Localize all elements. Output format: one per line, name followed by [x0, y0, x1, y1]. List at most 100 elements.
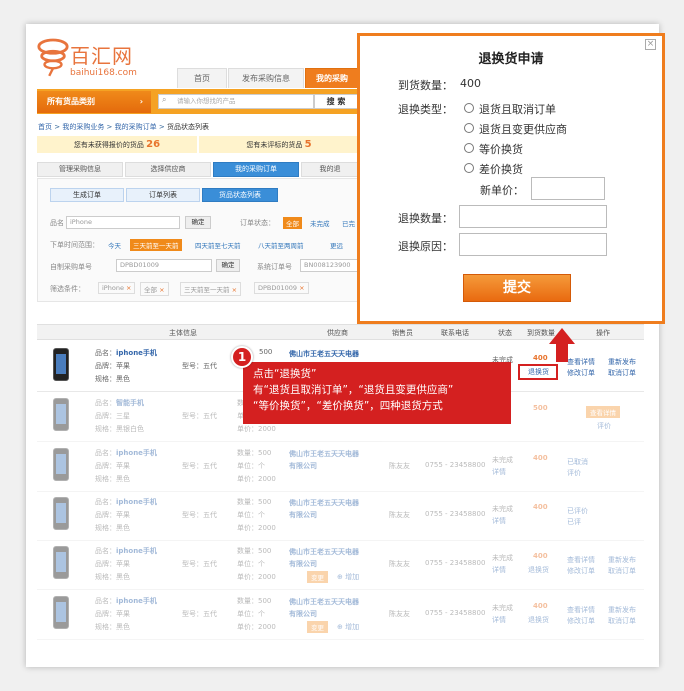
- return-exchange-dialog: 退换货申请 × 到货数量： 400 退换类型： 退货且取消订单 退货且变更供应商…: [357, 33, 665, 324]
- option-diff-exchange: 差价换货: [479, 163, 523, 176]
- filter-time-2weeks[interactable]: 八天前至两周前: [258, 240, 304, 250]
- breadcrumb-current: 货品状态列表: [166, 123, 209, 131]
- arrived-quantity: 400: [533, 503, 548, 511]
- add-link[interactable]: ⊕ 增加: [337, 572, 359, 582]
- nav-tab-home[interactable]: 首页: [177, 68, 227, 88]
- filter-chip-iphone[interactable]: iPhone ×: [98, 282, 136, 294]
- filter-status-all[interactable]: 全部: [283, 217, 302, 229]
- submit-button[interactable]: 提交: [463, 274, 571, 302]
- breadcrumb-orders[interactable]: 我的采购订单: [115, 123, 157, 131]
- qty-input[interactable]: [459, 205, 607, 228]
- close-icon[interactable]: ×: [645, 39, 656, 50]
- nav-tab-my-purchase[interactable]: 我的采购: [305, 68, 359, 88]
- logo-icon: [37, 38, 69, 77]
- supplier-name[interactable]: 佛山市王老五天天电器有限公司: [289, 497, 359, 521]
- breadcrumb-business[interactable]: 我的采购业务: [62, 123, 104, 131]
- product-thumbnail[interactable]: [53, 497, 69, 530]
- filter-self-no-confirm[interactable]: 确定: [216, 259, 240, 272]
- filter-time-7days[interactable]: 四天前至七天前: [195, 240, 241, 250]
- filter-status-finished[interactable]: 已完: [342, 218, 355, 228]
- tab-choose-supplier[interactable]: 选择供应商: [125, 162, 211, 177]
- dialog-title: 退换货申请: [478, 52, 544, 67]
- row-actions-secondary[interactable]: 重新发布 取消订单: [608, 605, 636, 627]
- filter-time-older[interactable]: 更远: [330, 240, 343, 250]
- order-status[interactable]: 未完成详情: [492, 552, 513, 576]
- supplier-name[interactable]: 佛山市王老五天天电器有限公司: [289, 546, 359, 570]
- filter-time-today[interactable]: 今天: [108, 240, 121, 250]
- notice-no-quote[interactable]: 您有未获得报价的货品 26: [37, 136, 197, 153]
- supplier-name[interactable]: 佛山市王老五天天电器有限公司: [289, 596, 359, 620]
- product-spec: 规格：黑色: [95, 573, 130, 581]
- filter-status-unfinished[interactable]: 未完成: [310, 218, 330, 228]
- return-exchange-link[interactable]: 退换货: [528, 615, 549, 625]
- filter-sys-no-input[interactable]: BN008123900: [300, 259, 358, 272]
- reason-input[interactable]: [459, 233, 607, 256]
- product-brand: 品牌：苹果: [95, 610, 130, 618]
- order-status[interactable]: 未完成详情: [492, 454, 513, 478]
- filter-chip-time[interactable]: 三天前至一天前 ×: [180, 282, 242, 296]
- return-exchange-link[interactable]: 退换货: [528, 565, 549, 575]
- search-button[interactable]: 搜 索: [314, 94, 358, 109]
- new-price-input[interactable]: [531, 177, 605, 200]
- row-actions-secondary[interactable]: 重新发布 取消订单: [608, 555, 636, 577]
- order-status[interactable]: 未完成详情: [492, 602, 513, 626]
- product-model: 型号：五代: [182, 560, 217, 568]
- subtab-create-order[interactable]: 生成订单: [50, 188, 124, 202]
- logo-text: 百汇网: [70, 44, 133, 68]
- radio-diff-exchange[interactable]: [464, 163, 474, 173]
- notice-no-bid[interactable]: 您有未评标的货品 5: [199, 136, 359, 153]
- radio-equal-exchange[interactable]: [464, 143, 474, 153]
- product-price: 单价：2000: [237, 623, 276, 631]
- seller-phone: 0755 - 23458800: [425, 559, 486, 567]
- product-thumbnail[interactable]: [53, 348, 69, 381]
- order-status[interactable]: 未完成详情: [492, 503, 513, 527]
- nav-tab-publish[interactable]: 发布采购信息: [228, 68, 304, 88]
- header-seller: 销售员: [392, 329, 413, 337]
- row-actions[interactable]: 已取消 评价: [567, 457, 588, 479]
- product-thumbnail[interactable]: [53, 448, 69, 481]
- product-brand: 品牌：苹果: [95, 462, 130, 470]
- radio-return-change-supplier[interactable]: [464, 123, 474, 133]
- product-spec: 规格：黑色: [95, 524, 130, 532]
- product-model: 型号：五代: [182, 462, 217, 470]
- filter-chip-all[interactable]: 全部 ×: [140, 282, 169, 296]
- product-price: 单价：2000: [237, 475, 276, 483]
- subtab-order-list[interactable]: 订单列表: [126, 188, 200, 202]
- filter-time-3days[interactable]: 三天前至一天前: [130, 239, 182, 251]
- filter-chip-number[interactable]: DPBD01009 ×: [254, 282, 309, 294]
- row-actions[interactable]: 查看详情 修改订单: [567, 357, 595, 379]
- filter-self-no-input[interactable]: DPBD01009: [116, 259, 212, 272]
- product-name[interactable]: 品名：iphone手机: [95, 448, 157, 458]
- product-thumbnail[interactable]: [53, 546, 69, 579]
- filter-name-input[interactable]: iPhone: [66, 216, 180, 229]
- product-name[interactable]: 品名：智能手机: [95, 398, 144, 408]
- supplier-name[interactable]: 佛山市王老五天天电器有限公司: [289, 448, 359, 472]
- category-button[interactable]: 所有货品类别 ›: [37, 91, 151, 113]
- row-actions[interactable]: 已评价 已评: [567, 506, 588, 528]
- radio-return-cancel[interactable]: [464, 103, 474, 113]
- filter-self-no-label: 自制采购单号: [50, 263, 92, 271]
- row-actions-secondary[interactable]: 重新发布 取消订单: [608, 357, 636, 379]
- filter-confirm-button[interactable]: 确定: [185, 216, 211, 229]
- tab-my-orders[interactable]: 我的采购订单: [213, 162, 299, 177]
- rate-link[interactable]: 评价: [597, 421, 611, 431]
- product-thumbnail[interactable]: [53, 596, 69, 629]
- view-details-button[interactable]: 查看详情: [586, 406, 620, 418]
- change-button[interactable]: 变更: [307, 571, 328, 583]
- product-name[interactable]: 品名：iphone手机: [95, 596, 157, 606]
- tab-my-returns[interactable]: 我的退: [301, 162, 359, 177]
- product-thumbnail[interactable]: [53, 398, 69, 431]
- arrived-label: 到货数量：: [398, 79, 453, 92]
- subtab-item-status[interactable]: 货品状态列表: [202, 188, 278, 202]
- add-link[interactable]: ⊕ 增加: [337, 622, 359, 632]
- row-actions[interactable]: 查看详情 修改订单: [567, 605, 595, 627]
- arrived-quantity: 400: [533, 602, 548, 610]
- breadcrumb-home[interactable]: 首页: [38, 123, 52, 131]
- search-input[interactable]: 请输入你想找的产品: [158, 94, 314, 109]
- product-name[interactable]: 品名：iphone手机: [95, 348, 157, 358]
- product-name[interactable]: 品名：iphone手机: [95, 546, 157, 556]
- row-actions[interactable]: 查看详情 修改订单: [567, 555, 595, 577]
- product-name[interactable]: 品名：iphone手机: [95, 497, 157, 507]
- change-button[interactable]: 变更: [307, 621, 328, 633]
- tab-manage-purchase[interactable]: 管理采购信息: [37, 162, 123, 177]
